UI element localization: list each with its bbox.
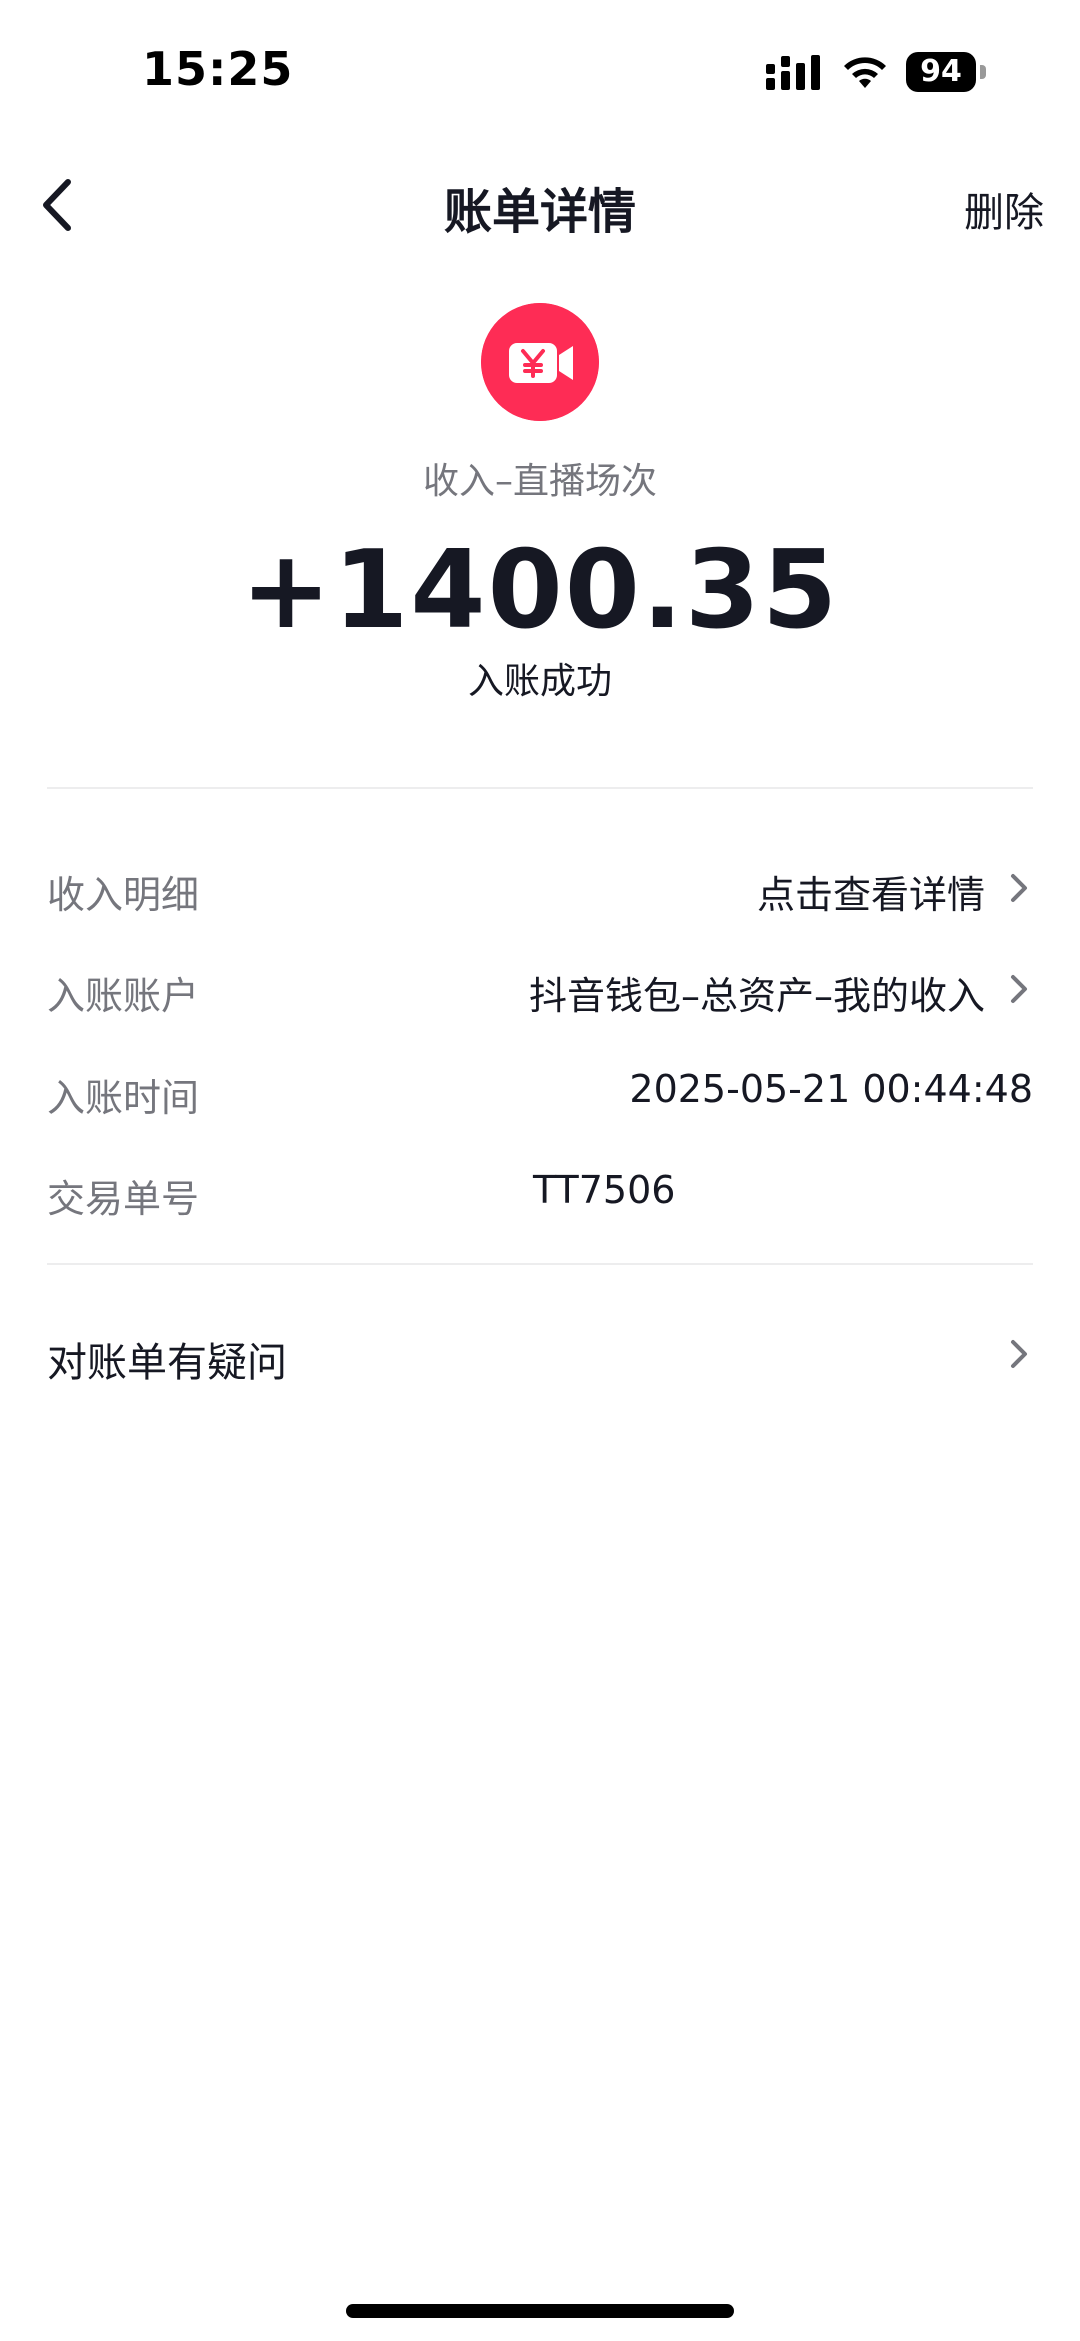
home-indicator[interactable] xyxy=(346,2304,734,2318)
billing-question-row[interactable]: 对账单有疑问 xyxy=(47,1310,1033,1400)
order-value: TT7506 xyxy=(533,1168,676,1212)
order-label: 交易单号 xyxy=(47,1177,200,1221)
account-label: 入账账户 xyxy=(47,974,200,1018)
account-row[interactable]: 入账账户 抖音钱包–总资产–我的收入 xyxy=(47,947,1033,1027)
yuan-video-icon xyxy=(481,303,599,421)
chevron-right-icon xyxy=(1011,1340,1027,1368)
nav-bar: 账单详情 删除 xyxy=(0,140,1080,270)
transaction-amount: +1400.35 xyxy=(240,528,840,653)
wifi-icon xyxy=(844,57,886,88)
transaction-category: 收入–直播场次 xyxy=(422,461,657,502)
chevron-right-icon xyxy=(1011,874,1027,902)
income-detail-link[interactable]: 点击查看详情 xyxy=(757,864,985,919)
income-detail-row[interactable]: 收入明细 点击查看详情 xyxy=(47,846,1033,926)
order-row: 交易单号 TT7506 xyxy=(47,1150,1033,1230)
cellular-signal-icon xyxy=(766,55,820,90)
divider xyxy=(47,1263,1033,1265)
battery-indicator: 94 xyxy=(906,52,988,92)
delete-button[interactable]: 删除 xyxy=(964,180,1044,238)
status-bar: 15:25 94 xyxy=(0,0,1080,140)
battery-cap xyxy=(980,65,986,79)
income-detail-label: 收入明细 xyxy=(47,873,200,917)
status-time: 15:25 xyxy=(142,42,294,96)
billing-question-label: 对账单有疑问 xyxy=(47,1340,287,1386)
chevron-right-icon xyxy=(1011,975,1027,1003)
time-label: 入账时间 xyxy=(47,1076,200,1120)
page-title: 账单详情 xyxy=(443,184,636,240)
time-value: 2025-05-21 00:44:48 xyxy=(629,1067,1033,1111)
battery-level: 94 xyxy=(906,52,976,92)
transaction-status: 入账成功 xyxy=(467,661,612,702)
divider xyxy=(47,787,1033,789)
time-row: 入账时间 2025-05-21 00:44:48 xyxy=(47,1049,1033,1129)
account-value[interactable]: 抖音钱包–总资产–我的收入 xyxy=(529,965,985,1020)
